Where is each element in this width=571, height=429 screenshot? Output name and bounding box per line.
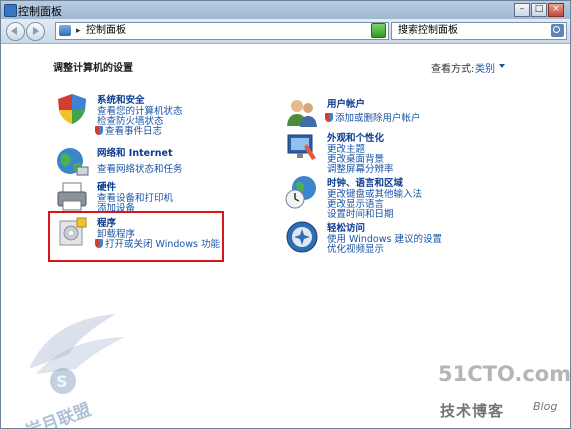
page-title: 调整计算机的设置 xyxy=(53,63,133,74)
back-button[interactable] xyxy=(6,22,25,41)
forward-button[interactable] xyxy=(26,22,45,41)
view-by-dropdown[interactable]: 类别 xyxy=(475,60,495,75)
category-network-internet: 网络和 Internet 查看网络状态和任务 xyxy=(55,145,255,181)
printer-icon xyxy=(57,182,87,211)
window-title: 控制面板 xyxy=(18,5,62,18)
category-title[interactable]: 网络和 Internet xyxy=(97,145,173,159)
watermark-brand: 51CTO.com xyxy=(438,362,571,386)
category-ease-of-access: 轻松访问 使用 Windows 建议的设置 优化视频显示 xyxy=(285,220,515,256)
address-bar[interactable]: ▸ 控制面板 xyxy=(55,22,389,40)
navigation-bar: ▸ 控制面板 搜索控制面板 xyxy=(1,19,570,44)
title-bar: 控制面板 – □ × xyxy=(1,1,570,19)
close-button[interactable]: × xyxy=(548,3,564,17)
link-add-remove-accounts[interactable]: 添加或删除用户帐户 xyxy=(325,110,421,124)
category-clock-language-region: 时钟、语言和区域 更改键盘或其他输入法 更改显示语言 设置时间和日期 xyxy=(285,175,515,220)
link-view-network-status[interactable]: 查看网络状态和任务 xyxy=(97,161,183,175)
search-icon[interactable] xyxy=(551,24,564,37)
uac-shield-icon xyxy=(95,126,103,135)
link-view-event-log[interactable]: 查看事件日志 xyxy=(95,123,162,137)
category-system-security: 系统和安全 查看您的计算机状态 检查防火墙状态 查看事件日志 xyxy=(55,92,255,138)
maximize-button[interactable]: □ xyxy=(531,3,547,17)
watermark-left-text: 岩月联盟 xyxy=(22,399,94,429)
ease-of-access-icon xyxy=(286,221,318,253)
appearance-icon xyxy=(287,134,316,160)
category-hardware: 硬件 查看设备和打印机 添加设备 xyxy=(55,179,255,215)
uac-shield-icon xyxy=(325,113,333,122)
link-set-time-date[interactable]: 设置时间和日期 xyxy=(327,206,394,220)
watermark-logo: S 岩月联盟 xyxy=(22,314,125,429)
shield-icon xyxy=(58,94,86,124)
minimize-button[interactable]: – xyxy=(514,3,530,17)
category-user-accounts: 用户帐户 添加或删除用户帐户 xyxy=(285,96,515,127)
control-panel-icon xyxy=(4,4,17,17)
control-panel-icon xyxy=(59,25,71,36)
content-area: 调整计算机的设置 查看方式: 类别 系统和安全 查看您的计算机状态 检查防火墙状… xyxy=(1,44,570,428)
clock-globe-icon xyxy=(285,176,316,209)
breadcrumb[interactable]: 控制面板 xyxy=(86,23,126,39)
watermark-blog: Blog xyxy=(533,400,558,413)
refresh-icon[interactable] xyxy=(371,23,386,38)
control-panel-window: 控制面板 – □ × ▸ 控制面板 搜索控制面板 调整计算机的设置 查看方式: … xyxy=(0,0,571,429)
globe-network-icon xyxy=(57,148,89,176)
search-input[interactable]: 搜索控制面板 xyxy=(391,22,567,40)
category-appearance: 外观和个性化 更改主题 更改桌面背景 调整屏幕分辨率 xyxy=(285,130,515,175)
category-title[interactable]: 用户帐户 xyxy=(327,96,365,110)
chevron-down-icon[interactable] xyxy=(499,64,505,68)
link-adjust-resolution[interactable]: 调整屏幕分辨率 xyxy=(327,161,394,175)
view-by-label: 查看方式: xyxy=(431,64,475,75)
search-placeholder: 搜索控制面板 xyxy=(398,25,458,36)
link-optimize-video-display[interactable]: 优化视频显示 xyxy=(327,241,384,255)
watermark-sub: 技术博客 xyxy=(440,402,505,420)
highlight-box xyxy=(48,211,224,262)
svg-text:S: S xyxy=(56,372,68,391)
breadcrumb-separator: ▸ xyxy=(76,26,81,36)
users-icon xyxy=(287,100,317,127)
